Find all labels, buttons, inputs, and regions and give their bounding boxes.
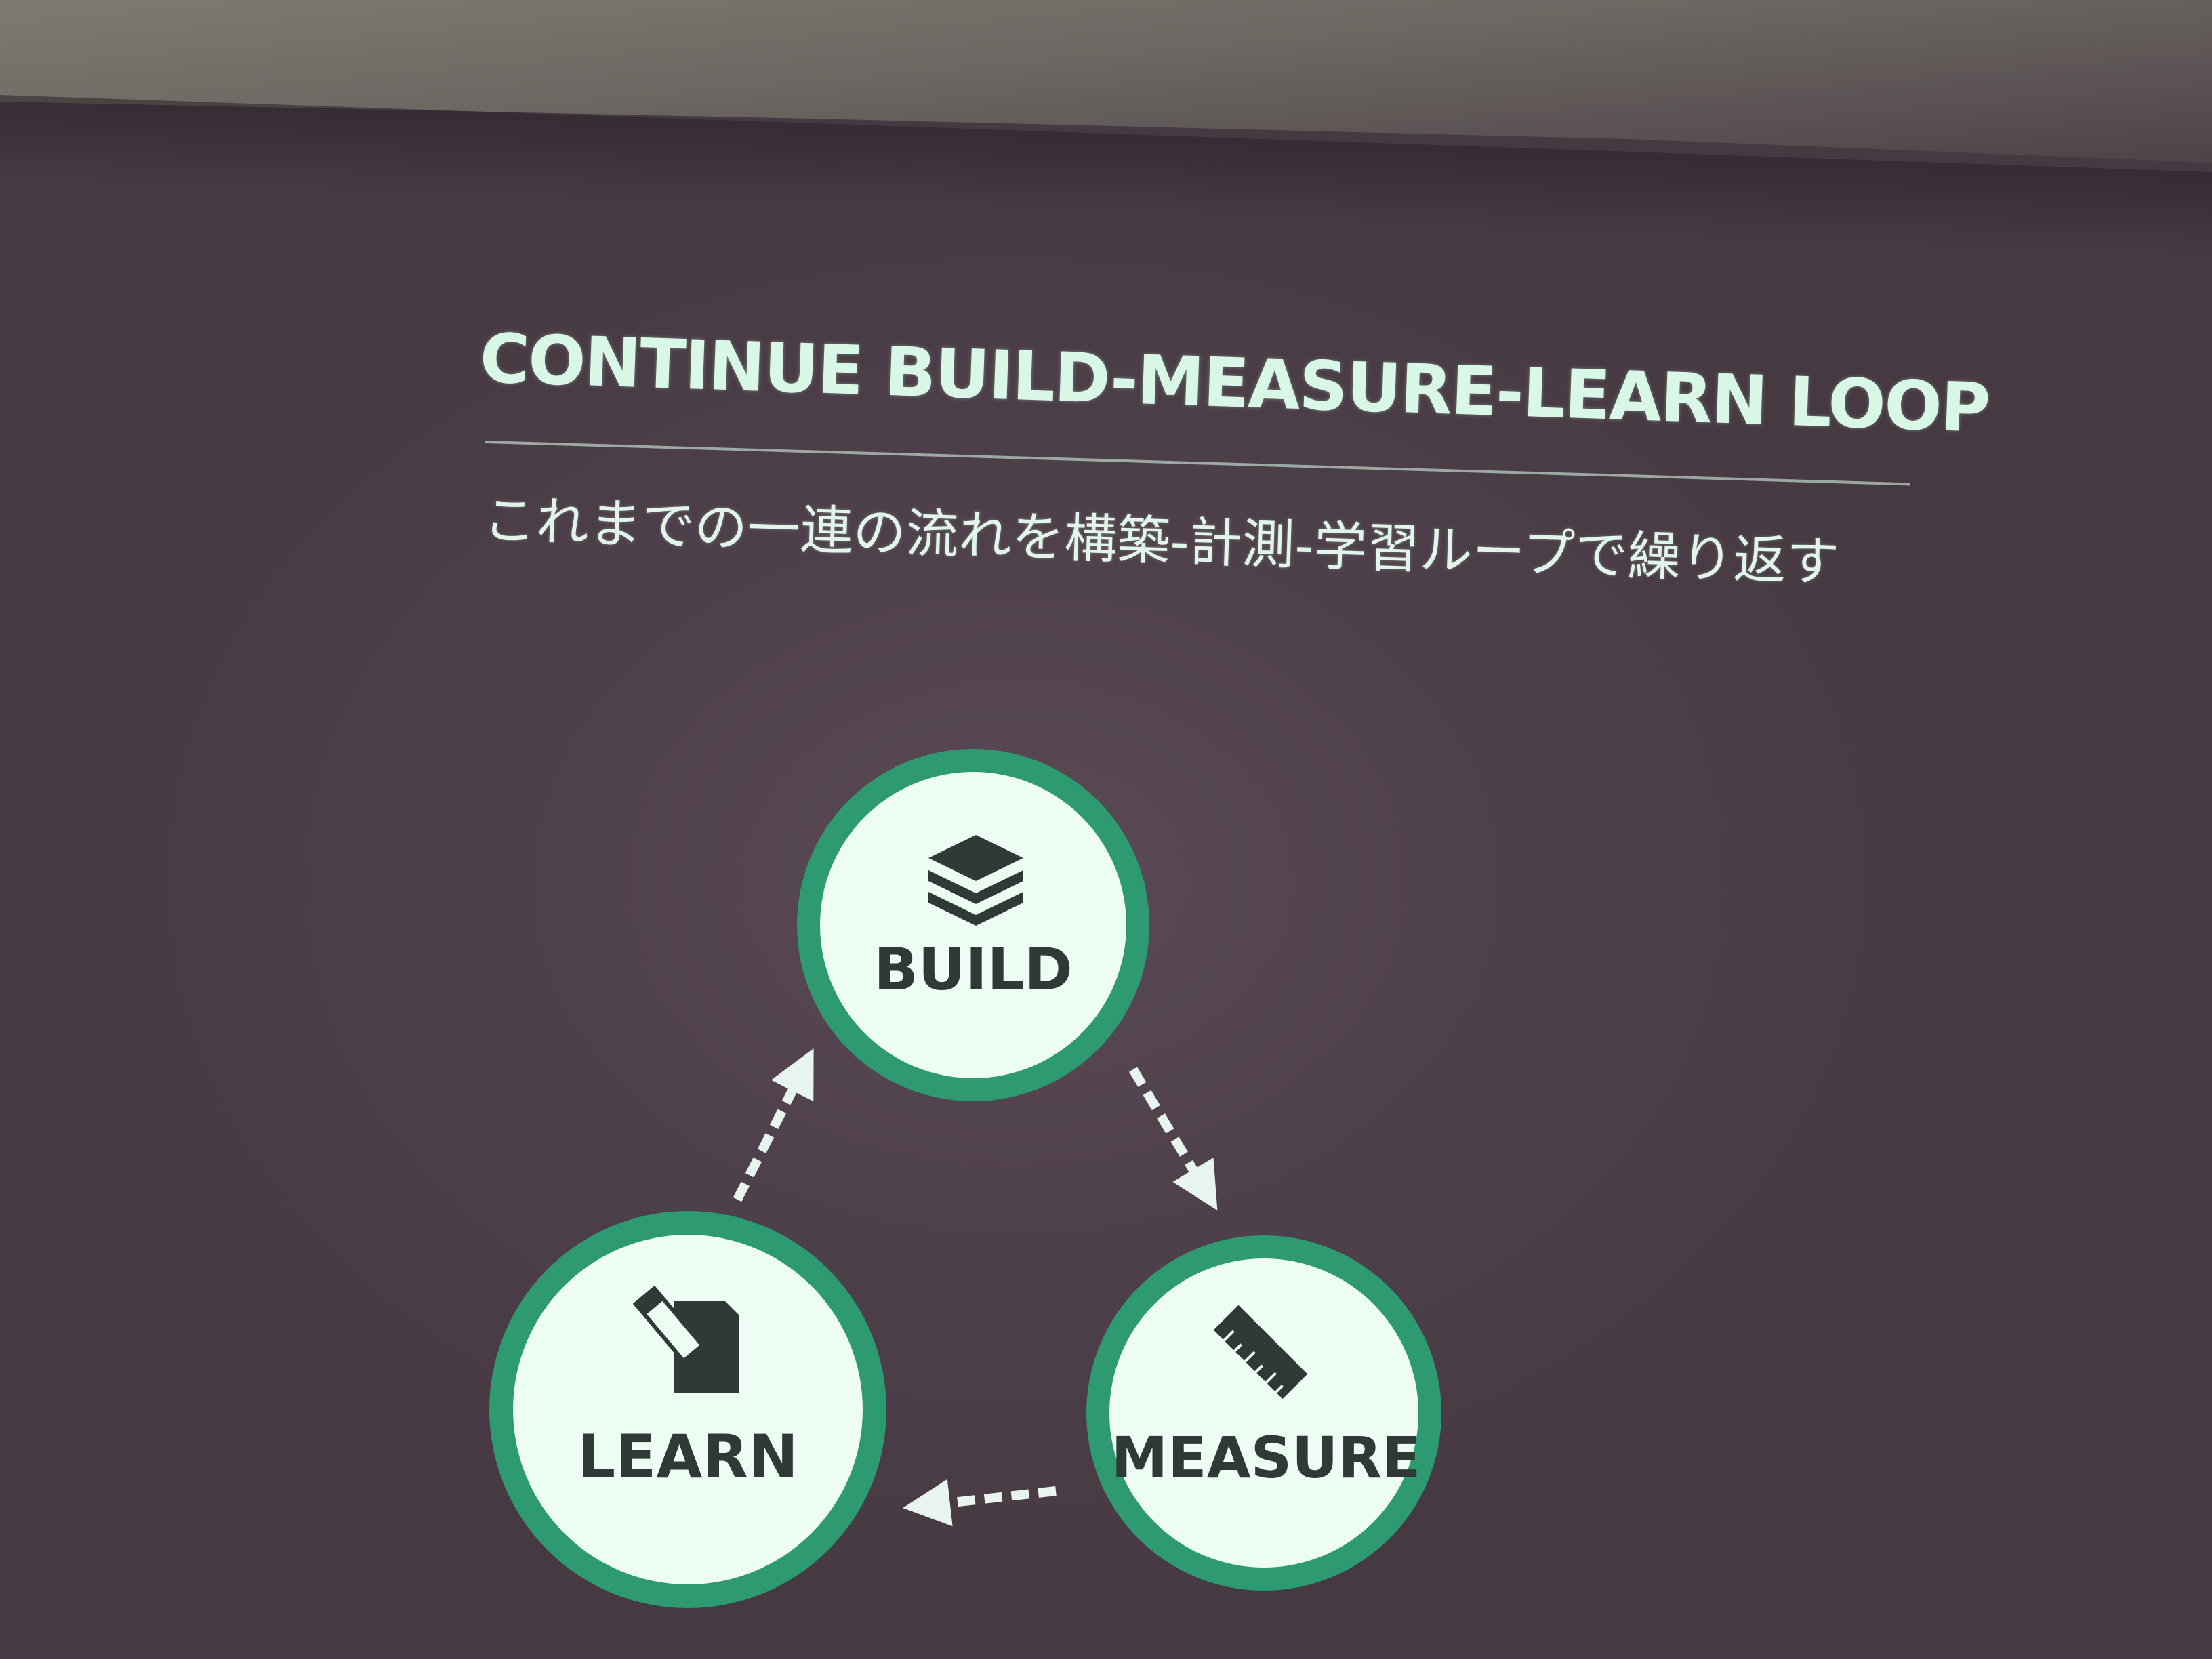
arrow-learn-to-build: [733, 1048, 814, 1202]
build-node: BUILD: [797, 749, 1149, 1101]
projected-slide-photo: CONTINUE BUILD-MEASURE-LEARN LOOP これまでの一…: [0, 0, 2212, 1659]
learn-label: LEARN: [577, 1422, 798, 1492]
arrow-build-to-measure: [1128, 1067, 1218, 1211]
build-label: BUILD: [874, 936, 1073, 1004]
measure-label: MEASURE: [1111, 1425, 1421, 1491]
arrow-measure-to-learn: [903, 1479, 1057, 1527]
learn-node: LEARN: [489, 1211, 886, 1608]
measure-node: MEASURE: [1086, 1235, 1441, 1591]
build-measure-learn-diagram: BUILD MEASURE LEARN: [489, 749, 1441, 1608]
